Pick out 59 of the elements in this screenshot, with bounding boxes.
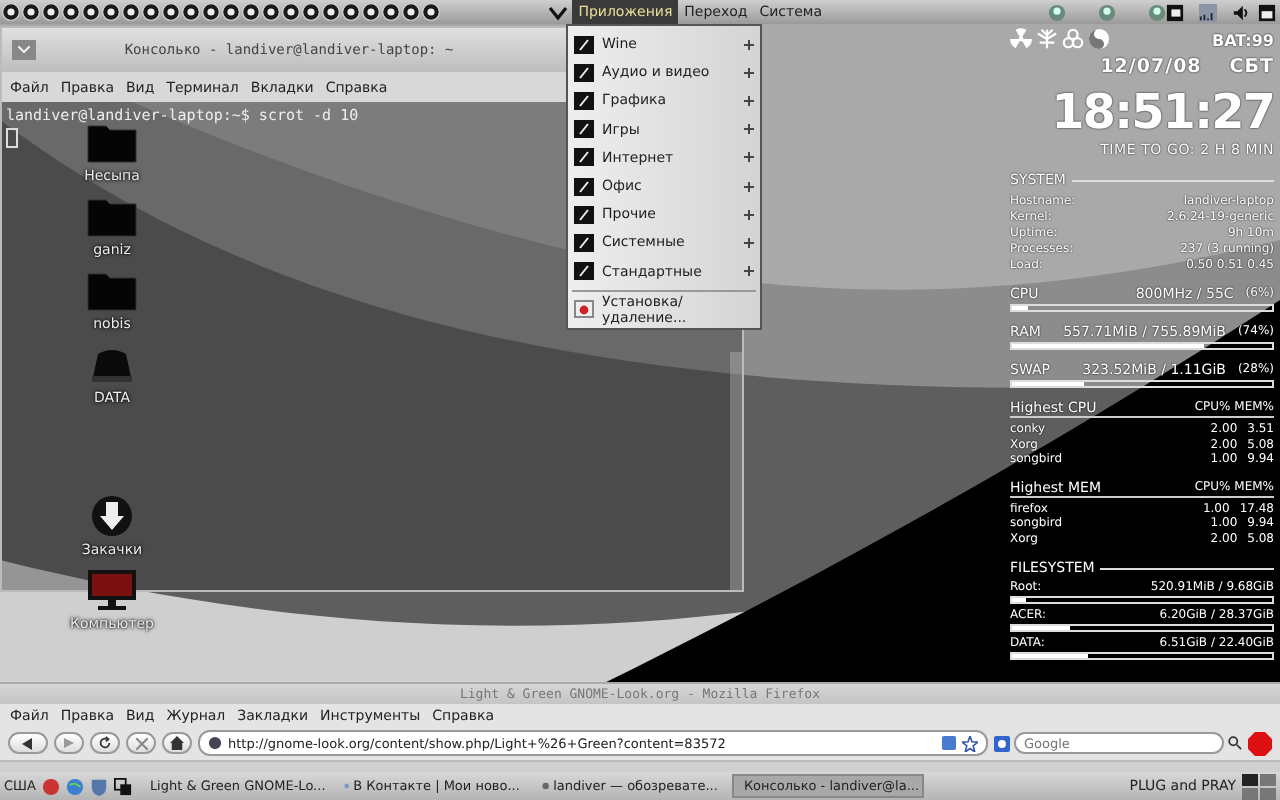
adblock-icon[interactable] — [1248, 731, 1272, 755]
download-icon[interactable] — [86, 494, 138, 538]
app-icon — [541, 778, 550, 794]
submenu-arrow-icon — [744, 237, 754, 248]
weekday: СБТ — [1229, 56, 1274, 78]
forward-arrow-icon — [64, 738, 74, 748]
battery-level: BAT:99 — [1211, 32, 1274, 50]
submenu-arrow-icon — [744, 95, 754, 106]
site-icon — [208, 736, 222, 750]
folder-icon[interactable] — [86, 194, 138, 238]
leaf-icon — [1036, 28, 1058, 50]
yin-yang-icon — [1088, 28, 1110, 50]
category-icon — [574, 35, 594, 54]
submenu-arrow-icon — [744, 209, 754, 220]
folder-icon[interactable] — [86, 120, 138, 164]
text-cursor — [6, 128, 18, 148]
search-engine-icon[interactable] — [994, 735, 1010, 751]
category-icon — [574, 233, 594, 252]
windows-icon[interactable] — [113, 777, 132, 795]
computer-icon[interactable] — [86, 568, 138, 612]
app-icon[interactable] — [41, 777, 60, 795]
globe-icon[interactable] — [65, 777, 84, 795]
chevron-icon — [548, 3, 569, 21]
back-arrow-icon — [22, 737, 34, 749]
home-icon — [170, 736, 184, 750]
category-icon — [574, 205, 594, 224]
star-icon[interactable] — [962, 735, 978, 751]
home-button[interactable] — [162, 732, 192, 754]
category-icon — [574, 177, 594, 196]
submenu-arrow-icon — [744, 181, 754, 192]
date: 12/07/08 — [1100, 56, 1202, 78]
back-button[interactable] — [8, 732, 48, 754]
category-icon — [574, 91, 594, 110]
reload-button[interactable] — [90, 732, 120, 754]
stop-icon — [135, 737, 147, 749]
chevron-icon — [18, 46, 30, 54]
biohazard-icon — [1062, 28, 1084, 50]
category-icon — [574, 148, 594, 167]
window-icon[interactable] — [1166, 3, 1184, 21]
category-icon — [574, 120, 594, 139]
volume-icon[interactable] — [1232, 3, 1250, 21]
search-icon[interactable] — [1228, 736, 1242, 750]
reload-icon — [98, 736, 112, 750]
scrollbar[interactable] — [730, 352, 742, 590]
clock: 18:51:27 — [1049, 82, 1274, 142]
submenu-arrow-icon — [744, 152, 754, 163]
submenu-arrow-icon — [744, 39, 754, 50]
workspace-switcher[interactable] — [1242, 773, 1276, 799]
radiation-icon — [1010, 28, 1032, 50]
window-icon[interactable] — [1258, 3, 1276, 21]
category-icon — [574, 63, 594, 82]
submenu-arrow-icon — [744, 67, 754, 78]
category-icon — [574, 262, 594, 281]
orb-icon[interactable] — [1048, 3, 1066, 21]
submenu-arrow-icon — [744, 266, 754, 277]
window-menu-button[interactable] — [12, 40, 36, 60]
orb-icon[interactable] — [1098, 3, 1116, 21]
submenu-arrow-icon — [744, 124, 754, 135]
installer-icon — [574, 300, 594, 319]
